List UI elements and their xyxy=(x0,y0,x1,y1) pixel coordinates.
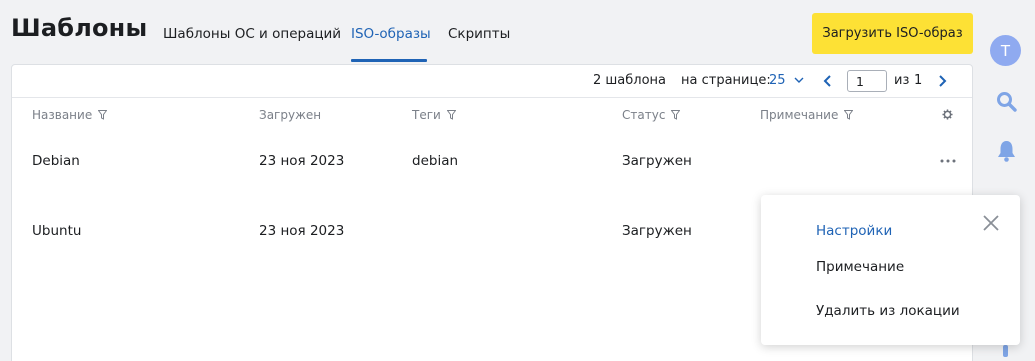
chevron-right-icon[interactable] xyxy=(935,72,949,90)
chevron-down-icon xyxy=(794,77,804,83)
cell-uploaded: 23 ноя 2023 xyxy=(259,153,345,169)
column-header-status[interactable]: Статус xyxy=(622,108,681,122)
column-header-note[interactable]: Примечание xyxy=(760,108,854,122)
per-page-label: на странице: xyxy=(681,73,771,88)
filter-icon[interactable] xyxy=(446,110,456,120)
chevron-left-icon[interactable] xyxy=(821,72,835,90)
upload-iso-button[interactable]: Загрузить ISO-образ xyxy=(812,13,973,54)
cell-status: Загружен xyxy=(622,153,692,169)
active-tab-indicator xyxy=(351,59,427,62)
template-count: 2 шаблона xyxy=(593,73,667,88)
tab-scripts[interactable]: Скрипты xyxy=(448,26,510,42)
tab-os-templates[interactable]: Шаблоны ОС и операций xyxy=(163,26,341,42)
search-icon[interactable] xyxy=(996,91,1017,112)
filter-icon[interactable] xyxy=(671,110,681,120)
avatar[interactable]: T xyxy=(990,35,1021,66)
column-header-name[interactable]: Название xyxy=(32,108,108,122)
page-number-input[interactable] xyxy=(847,70,887,92)
per-page-value: 25 xyxy=(769,73,786,88)
context-menu-arrow xyxy=(934,181,962,196)
filter-icon[interactable] xyxy=(98,110,108,120)
cell-tags: debian xyxy=(412,153,459,169)
tab-iso-images[interactable]: ISO-образы xyxy=(351,26,431,42)
menu-item-settings[interactable]: Настройки xyxy=(816,223,892,239)
context-menu: Настройки Примечание Удалить из локации xyxy=(761,195,1020,345)
per-page-select[interactable]: 25 xyxy=(769,73,804,88)
filter-icon[interactable] xyxy=(844,110,854,120)
total-pages: 1 xyxy=(914,73,923,88)
of-label: из xyxy=(894,73,910,88)
menu-item-note[interactable]: Примечание xyxy=(816,259,904,275)
cell-uploaded: 23 ноя 2023 xyxy=(259,223,345,239)
cell-name: Ubuntu xyxy=(32,223,82,239)
page-title: Шаблоны xyxy=(11,14,148,42)
sidebar-icon-partial[interactable] xyxy=(1003,345,1008,357)
gear-icon[interactable] xyxy=(942,109,953,120)
cell-status: Загружен xyxy=(622,223,692,239)
divider xyxy=(12,97,972,98)
cell-name: Debian xyxy=(32,153,80,169)
close-icon[interactable] xyxy=(981,213,1001,233)
menu-item-remove[interactable]: Удалить из локации xyxy=(816,303,960,319)
column-header-tags[interactable]: Теги xyxy=(412,108,456,122)
column-header-uploaded[interactable]: Загружен xyxy=(259,108,321,122)
bell-icon[interactable] xyxy=(997,140,1016,162)
more-icon[interactable] xyxy=(940,156,956,166)
